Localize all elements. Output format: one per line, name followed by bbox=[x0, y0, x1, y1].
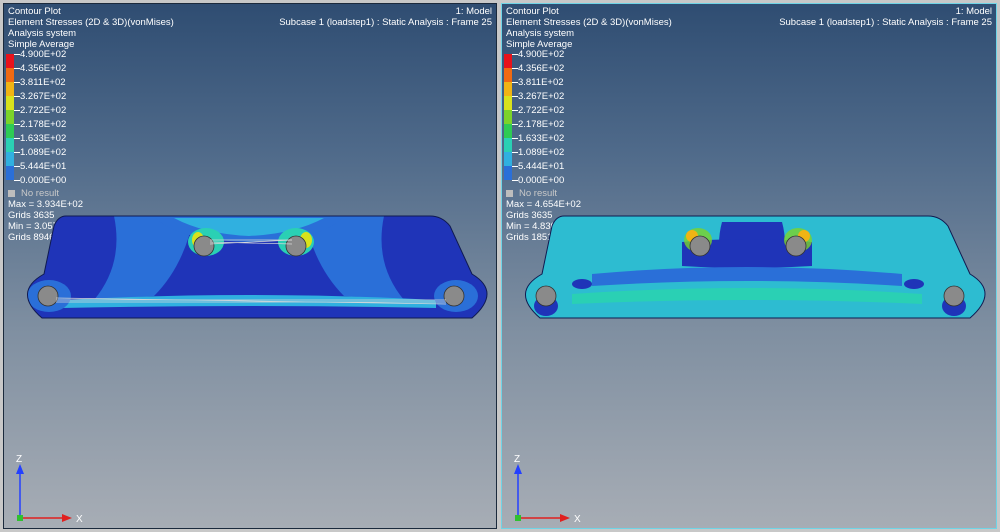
hole-bottom-left bbox=[37, 285, 59, 307]
hole-top-left bbox=[689, 235, 711, 257]
viewport-right[interactable]: 1: Model Subcase 1 (loadstep1) : Static … bbox=[501, 3, 997, 529]
axis-z-label: Z bbox=[16, 454, 22, 465]
stress-contour bbox=[27, 216, 487, 318]
stress-contour bbox=[525, 216, 985, 318]
hole-bottom-left bbox=[535, 285, 557, 307]
hole-bottom-right bbox=[443, 285, 465, 307]
axis-x-label: X bbox=[76, 514, 83, 525]
viewport-left[interactable]: 1: Model Subcase 1 (loadstep1) : Static … bbox=[3, 3, 497, 529]
axis-x-label: X bbox=[574, 514, 581, 525]
hole-top-left bbox=[193, 235, 215, 257]
axis-triad: Z X bbox=[508, 450, 588, 528]
axis-triad: Z X bbox=[10, 450, 90, 528]
hole-top-right bbox=[285, 235, 307, 257]
hole-top-right bbox=[785, 235, 807, 257]
hole-bottom-right bbox=[943, 285, 965, 307]
axis-z-label: Z bbox=[514, 454, 520, 465]
